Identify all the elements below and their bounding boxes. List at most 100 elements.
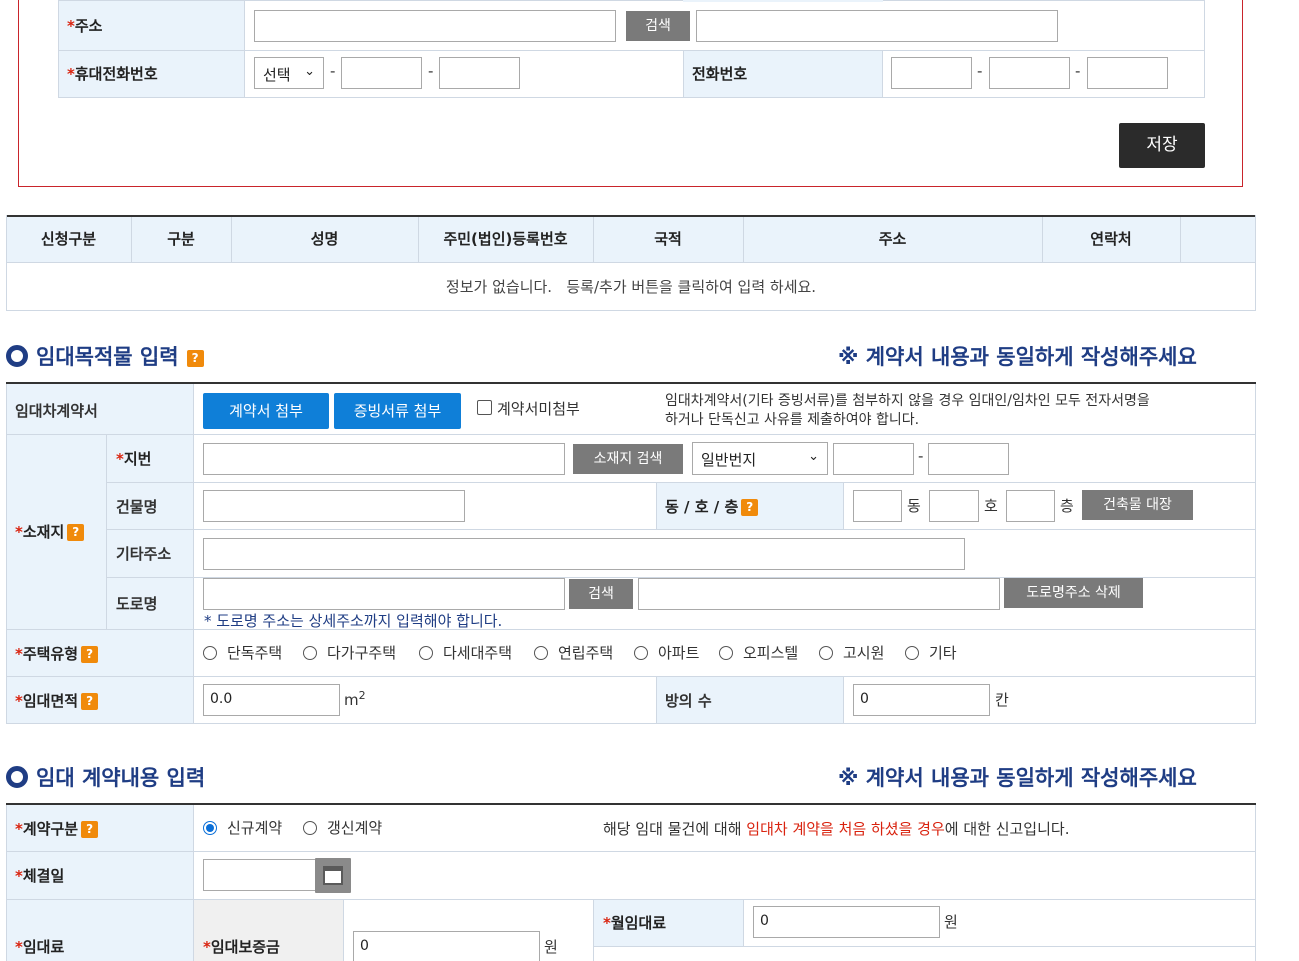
radio-officetel-label: 오피스텔	[743, 644, 799, 662]
ho-unit: 호	[984, 497, 998, 515]
save-button[interactable]: 저장	[1119, 123, 1205, 168]
col-header-contact: 연락처	[1090, 230, 1132, 248]
mobile-last-input[interactable]	[439, 57, 520, 89]
radio-multi-household-label: 다가구주택	[327, 644, 397, 662]
housing-type-label: *주택유형?	[15, 643, 99, 664]
radio-row-house[interactable]	[534, 646, 548, 660]
deposit-unit: 원	[544, 938, 558, 956]
building-registry-button[interactable]: 건축물 대장	[1082, 490, 1193, 520]
ho-input[interactable]	[929, 490, 979, 522]
calendar-icon[interactable]	[315, 858, 351, 893]
road-detail-input[interactable]	[638, 578, 1000, 610]
rent-label: *임대료	[15, 938, 65, 956]
radio-multi-family[interactable]	[419, 646, 433, 660]
attach-evidence-button[interactable]: 증빙서류 첨부	[334, 393, 461, 429]
section1-title: 임대목적물 입력?	[36, 341, 204, 371]
phone-area-input[interactable]	[891, 57, 972, 89]
dash: -	[977, 62, 983, 80]
dash: -	[918, 447, 924, 465]
dash: -	[330, 62, 336, 80]
radio-multi-household[interactable]	[303, 646, 317, 660]
section1-notice: ※ 계약서 내용과 동일하게 작성해주세요	[838, 345, 1197, 369]
contract-doc-label: 임대차계약서	[15, 402, 98, 420]
radio-new-contract[interactable]	[203, 821, 217, 835]
col-header-address: 주소	[878, 230, 907, 248]
conclusion-date-label: *체결일	[15, 867, 65, 885]
mobile-prefix-select[interactable]: 선택 ⌄	[254, 57, 324, 89]
lot-main-number-input[interactable]	[833, 443, 914, 475]
phone-middle-input[interactable]	[989, 57, 1070, 89]
location-search-button[interactable]: 소재지 검색	[573, 444, 683, 474]
lot-label: *지번	[116, 450, 152, 468]
help-icon[interactable]: ?	[81, 821, 99, 838]
other-address-label: 기타주소	[116, 545, 172, 563]
area-input[interactable]: 0.0	[203, 684, 340, 716]
dong-input[interactable]	[853, 490, 902, 522]
monthly-rent-input[interactable]: 0	[753, 906, 940, 938]
road-address-input[interactable]	[203, 578, 565, 610]
dash: -	[428, 62, 434, 80]
lot-address-input[interactable]	[203, 443, 565, 475]
road-note: * 도로명 주소는 상세주소까지 입력해야 합니다.	[204, 612, 503, 630]
radio-renewal-contract[interactable]	[303, 821, 317, 835]
area-unit: m2	[344, 689, 366, 709]
area-label: *임대면적?	[15, 690, 99, 711]
mobile-middle-input[interactable]	[341, 57, 422, 89]
radio-renewal-contract-label: 갱신계약	[327, 819, 383, 837]
radio-apartment-label: 아파트	[658, 644, 700, 662]
deposit-input[interactable]: 0	[353, 931, 540, 961]
road-search-button[interactable]: 검색	[569, 579, 633, 609]
phone-last-input[interactable]	[1087, 57, 1168, 89]
no-attach-checkbox[interactable]	[477, 400, 492, 415]
radio-gosiwon[interactable]	[819, 646, 833, 660]
radio-multi-family-label: 다세대주택	[443, 644, 513, 662]
conclusion-date-input[interactable]	[203, 859, 316, 891]
col-header-request-type: 신청구분	[40, 230, 97, 248]
contract-type-label: *계약구분?	[15, 818, 99, 839]
contract-note: 해당 임대 물건에 대해 임대차 계약을 처음 하셨을 경우에 대한 신고입니다…	[603, 820, 1070, 838]
radio-row-house-label: 연립주택	[558, 644, 614, 662]
rooms-unit: 칸	[995, 691, 1009, 709]
dong-ho-floor-label: 동 / 호 / 층?	[665, 496, 759, 517]
empty-table-message: 정보가 없습니다. 등록/추가 버튼을 클릭하여 입력 하세요.	[445, 278, 817, 296]
phone-label: 전화번호	[692, 65, 748, 83]
attach-note-line1: 임대차계약서(기타 증빙서류)를 첨부하지 않을 경우 임대인/임차인 모두 전…	[665, 393, 1150, 409]
building-name-label: 건물명	[116, 498, 158, 516]
help-icon[interactable]: ?	[186, 349, 204, 367]
radio-apartment[interactable]	[634, 646, 648, 660]
building-name-input[interactable]	[203, 490, 465, 522]
address-search-button[interactable]: 검색	[626, 11, 690, 41]
radio-detached[interactable]	[203, 646, 217, 660]
location-label: *소재지?	[15, 521, 85, 542]
lot-sub-number-input[interactable]	[928, 443, 1009, 475]
road-label: 도로명	[116, 595, 158, 613]
dong-unit: 동	[907, 497, 921, 515]
dash: -	[1075, 62, 1081, 80]
chevron-down-icon: ⌄	[304, 64, 315, 79]
help-icon[interactable]: ?	[81, 646, 99, 663]
col-header-nationality: 국적	[654, 230, 682, 248]
attach-note-line2: 하거나 단독신고 사유를 제출하여야 합니다.	[665, 412, 920, 428]
col-header-name: 성명	[310, 230, 339, 248]
radio-other[interactable]	[905, 646, 919, 660]
road-delete-button[interactable]: 도로명주소 삭제	[1004, 578, 1143, 608]
help-icon[interactable]: ?	[67, 524, 85, 541]
address-detail-input[interactable]	[696, 10, 1058, 42]
no-attach-label: 계약서미첨부	[497, 400, 580, 418]
col-header-reg-number: 주민(법인)등록번호	[443, 230, 568, 248]
address-postcode-input[interactable]	[254, 10, 616, 42]
radio-officetel[interactable]	[719, 646, 733, 660]
address-label: *주소	[67, 17, 103, 35]
help-icon[interactable]: ?	[741, 499, 759, 516]
floor-input[interactable]	[1006, 490, 1055, 522]
rooms-input[interactable]: 0	[853, 684, 990, 716]
chevron-down-icon: ⌄	[808, 449, 819, 464]
section2-title: 임대 계약내용 입력	[36, 766, 206, 790]
other-address-input[interactable]	[203, 538, 965, 570]
floor-unit: 층	[1060, 497, 1074, 515]
lot-type-select[interactable]: 일반번지 ⌄	[692, 442, 828, 475]
monthly-rent-unit: 원	[944, 913, 958, 931]
rooms-label: 방의 수	[665, 692, 712, 710]
help-icon[interactable]: ?	[81, 693, 99, 710]
attach-contract-button[interactable]: 계약서 첨부	[203, 393, 329, 429]
